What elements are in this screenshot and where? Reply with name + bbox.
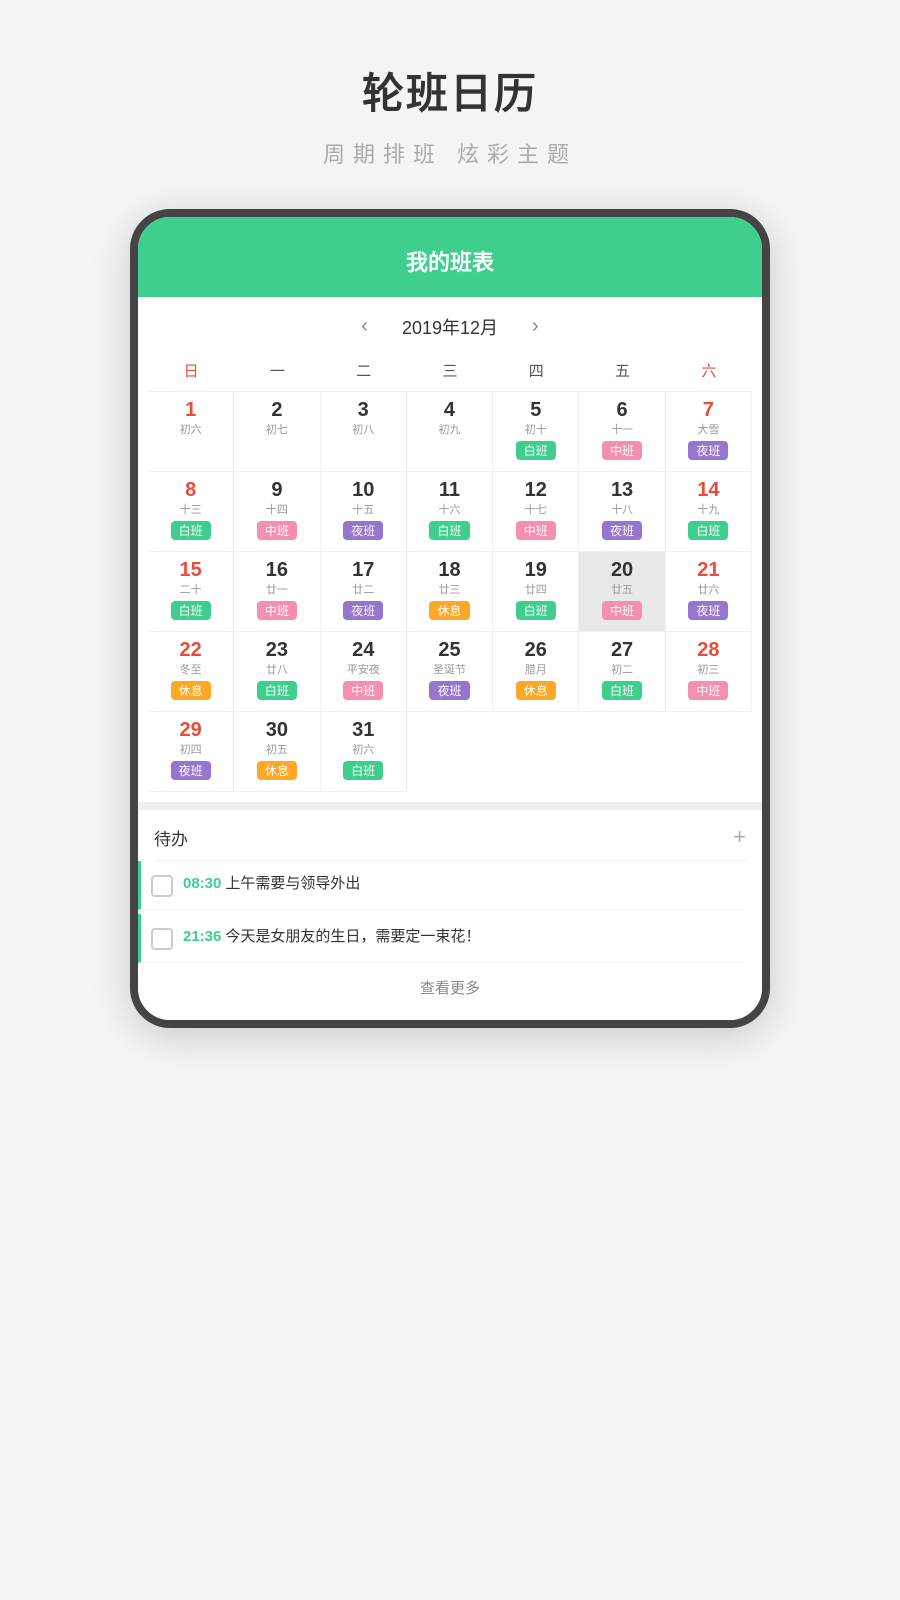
day-cell-27[interactable]: 27初二白班 [579,632,665,712]
todo-item-0[interactable]: 08:30上午需要与领导外出 [138,861,746,910]
day-cell-13[interactable]: 13十八夜班 [579,472,665,552]
day-cell-6[interactable]: 6十一中班 [579,392,665,472]
day-cell-18[interactable]: 18廿三休息 [407,552,493,632]
day-cell-25[interactable]: 25圣诞节夜班 [407,632,493,712]
day-cell-7[interactable]: 7大雪夜班 [666,392,752,472]
day-cell-23[interactable]: 23廿八白班 [234,632,320,712]
weekday-row: 日 一 二 三 四 五 六 [148,350,752,392]
day-cell-24[interactable]: 24平安夜中班 [321,632,407,712]
day-cell-29[interactable]: 29初四夜班 [148,712,234,792]
day-cell-2[interactable]: 2初七 [234,392,320,472]
calendar-section: ‹ 2019年12月 › 日 一 二 三 四 五 六 1初六2初七3初八4初九5… [138,297,762,802]
day-cell-12[interactable]: 12十七中班 [493,472,579,552]
weekday-thu: 四 [493,356,579,385]
weekday-wed: 三 [407,356,493,385]
weekday-sat: 六 [666,356,752,385]
day-cell-16[interactable]: 16廿一中班 [234,552,320,632]
day-cell-19[interactable]: 19廿四白班 [493,552,579,632]
weekday-fri: 五 [579,356,665,385]
phone-frame: 我的班表 ‹ 2019年12月 › 日 一 二 三 四 五 六 1初六2初七3初… [130,209,770,1028]
day-cell-10[interactable]: 10十五夜班 [321,472,407,552]
todo-text-1: 今天是女朋友的生日，需要定一束花！ [225,928,480,945]
prev-month-btn[interactable]: ‹ [351,311,378,342]
day-cell-3[interactable]: 3初八 [321,392,407,472]
todo-time-0: 08:30 [183,875,221,892]
day-cell-20[interactable]: 20廿五中班 [579,552,665,632]
app-subtitle: 周期排班 炫彩主题 [323,137,577,169]
day-cell-26[interactable]: 26腊月休息 [493,632,579,712]
todo-title: 待办 [154,825,188,850]
todo-list: 08:30上午需要与领导外出 21:36今天是女朋友的生日，需要定一束花！ [154,861,746,963]
day-cell-15[interactable]: 15二十白班 [148,552,234,632]
next-month-btn[interactable]: › [522,311,549,342]
weekday-mon: 一 [234,356,320,385]
todo-text-0: 上午需要与领导外出 [225,875,360,892]
weekday-tue: 二 [321,356,407,385]
day-cell-5[interactable]: 5初十白班 [493,392,579,472]
todo-checkbox-0[interactable] [151,875,173,897]
phone-header: 我的班表 [138,217,762,297]
todo-item-1[interactable]: 21:36今天是女朋友的生日，需要定一束花！ [138,914,746,963]
todo-more[interactable]: 查看更多 [154,963,746,1004]
todo-content-0: 08:30上午需要与领导外出 [183,873,360,896]
weekday-sun: 日 [148,356,234,385]
day-cell-1[interactable]: 1初六 [148,392,234,472]
day-cell-21[interactable]: 21廿六夜班 [666,552,752,632]
app-title: 轮班日历 [362,60,538,121]
day-cell-8[interactable]: 8十三白班 [148,472,234,552]
day-cell-11[interactable]: 11十六白班 [407,472,493,552]
day-cell-30[interactable]: 30初五休息 [234,712,320,792]
todo-header: 待办 + [154,810,746,861]
day-cell-4[interactable]: 4初九 [407,392,493,472]
calendar-grid: 1初六2初七3初八4初九5初十白班6十一中班7大雪夜班 8十三白班9十四中班10十… [148,392,752,792]
day-cell-14[interactable]: 14十九白班 [666,472,752,552]
month-title: 2019年12月 [402,314,498,340]
todo-add-btn[interactable]: + [733,824,746,850]
day-cell-22[interactable]: 22冬至休息 [148,632,234,712]
day-cell-28[interactable]: 28初三中班 [666,632,752,712]
phone-header-label: 我的班表 [406,250,494,275]
day-cell-31[interactable]: 31初六白班 [321,712,407,792]
day-cell-17[interactable]: 17廿二夜班 [321,552,407,632]
todo-checkbox-1[interactable] [151,928,173,950]
todo-content-1: 21:36今天是女朋友的生日，需要定一束花！ [183,926,480,949]
month-nav: ‹ 2019年12月 › [148,297,752,350]
todo-time-1: 21:36 [183,928,221,945]
todo-section: 待办 + 08:30上午需要与领导外出 21:36今天是女朋友的生日，需要定一束花… [138,802,762,1020]
day-cell-9[interactable]: 9十四中班 [234,472,320,552]
